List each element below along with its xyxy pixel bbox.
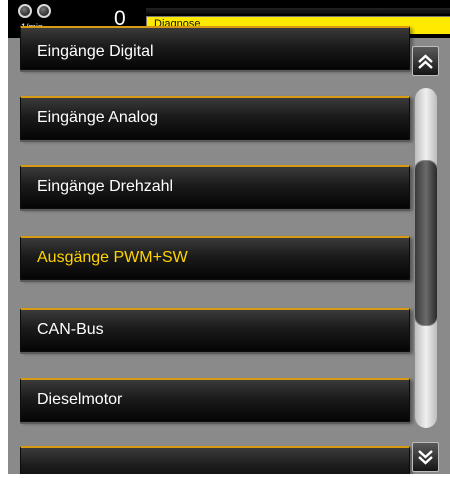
menu-item-label: Eingänge Digital (37, 43, 154, 60)
menu-item-dieselmotor[interactable]: Dieselmotor (20, 378, 410, 422)
menu-item-can-bus[interactable]: CAN-Bus (20, 308, 410, 352)
double-chevron-up-icon (418, 54, 433, 69)
menu-item-eingaenge-digital[interactable]: Eingänge Digital (20, 26, 410, 70)
double-chevron-down-icon (418, 450, 433, 465)
scroll-down-button[interactable] (412, 442, 439, 472)
menu-item-label: Eingänge Analog (37, 109, 158, 126)
header-tab-strip (146, 8, 450, 14)
menu-item-eingaenge-analog[interactable]: Eingänge Analog (20, 96, 410, 140)
circle-lamp-icon (37, 4, 51, 18)
circle-lamp-icon (18, 4, 32, 18)
menu-item-label: Eingänge Drehzahl (37, 178, 174, 195)
menu-item-label: Dieselmotor (37, 391, 123, 408)
menu-item-eingaenge-drehzahl[interactable]: Eingänge Drehzahl (20, 165, 410, 209)
screen-frame: 1/min 0 Diagnose Eingänge Digital Eingän… (8, 0, 450, 474)
menu-item-label: CAN-Bus (37, 321, 104, 338)
scrollbar-thumb[interactable] (414, 160, 438, 326)
menu-item-partial[interactable] (20, 446, 410, 474)
scroll-up-button[interactable] (412, 46, 439, 76)
menu-item-label: Ausgänge PWM+SW (37, 249, 188, 266)
menu-item-ausgaenge-pwm-sw[interactable]: Ausgänge PWM+SW (20, 236, 410, 280)
